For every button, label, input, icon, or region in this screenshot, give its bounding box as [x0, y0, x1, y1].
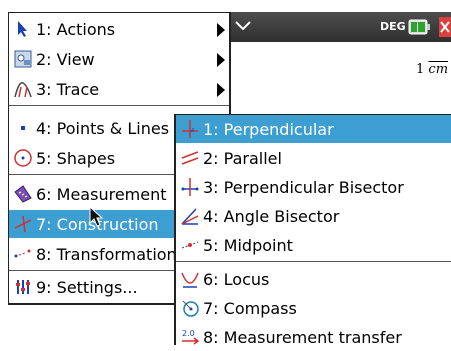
menu-item-label: 2: View: [36, 49, 95, 69]
menu-item-label: 9: Settings...: [36, 277, 138, 297]
trace-icon: [12, 78, 34, 100]
menu-item-label: 4: Points & Lines: [36, 118, 170, 138]
submenu-item-compass[interactable]: 7: Compass: [176, 294, 451, 322]
top-toolbar: DEG: [228, 12, 451, 42]
submenu-arrow-icon: [217, 82, 225, 101]
menu-item-shapes[interactable]: 5: Shapes: [9, 144, 175, 172]
battery-icon: [408, 18, 434, 40]
circle-shape-icon: [12, 147, 34, 169]
submenu-item-label: 6: Locus: [203, 269, 270, 289]
compass-icon: [179, 297, 201, 319]
menu-item-label: 5: Shapes: [36, 148, 116, 168]
submenu-item-label: 5: Midpoint: [203, 235, 293, 255]
mouse-pointer-icon: [88, 205, 104, 232]
submenu-item-label: 4: Angle Bisector: [203, 206, 340, 226]
midpoint-icon: [179, 234, 201, 256]
transformation-icon: [12, 243, 34, 265]
angle-bisector-icon: [179, 205, 201, 227]
ruler-icon: [12, 183, 34, 205]
menu-item-label: 6: Measurement: [36, 184, 167, 204]
point-icon: [12, 117, 34, 139]
menu-separator: [9, 270, 175, 271]
settings-icon: [12, 276, 34, 298]
menu-item-actions[interactable]: 1: Actions: [9, 15, 229, 43]
submenu-item-label: 1: Perpendicular: [203, 119, 334, 139]
arrow-pointer-icon: [12, 18, 34, 40]
locus-icon: [179, 268, 201, 290]
unit-name: cm: [428, 62, 449, 77]
submenu-item-measurement-transfer[interactable]: 2.0 8: Measurement transfer: [176, 323, 451, 351]
menu-item-settings[interactable]: 9: Settings...: [9, 273, 175, 301]
chevron-down-icon[interactable]: [234, 18, 252, 37]
unit-label: 1 cm: [416, 62, 448, 77]
perpendicular-icon: [179, 118, 201, 140]
construction-icon: [12, 213, 34, 235]
submenu-item-label: 7: Compass: [203, 298, 297, 318]
submenu-item-label: 2: Parallel: [203, 148, 282, 168]
menu-item-points-lines[interactable]: 4: Points & Lines: [9, 114, 175, 142]
submenu-item-label: 3: Perpendicular Bisector: [203, 177, 404, 197]
unit-number: 1: [416, 62, 425, 77]
close-icon[interactable]: [439, 17, 451, 41]
perpendicular-bisector-icon: [179, 176, 201, 198]
submenu-separator: [176, 261, 451, 262]
menu-item-view[interactable]: 2: View: [9, 45, 229, 73]
menu-item-transformation[interactable]: 8: Transformation: [9, 240, 175, 268]
menu-separator: [9, 105, 229, 106]
submenu-item-angle-bisector[interactable]: 4: Angle Bisector: [176, 202, 451, 230]
submenu-item-locus[interactable]: 6: Locus: [176, 265, 451, 293]
construction-submenu: 1: Perpendicular 2: Parallel 3: Perpendi…: [174, 114, 451, 347]
menu-item-label: 3: Trace: [36, 79, 100, 99]
submenu-item-perpendicular[interactable]: 1: Perpendicular: [176, 115, 451, 143]
menu-separator: [9, 174, 175, 175]
angle-mode-indicator: DEG: [380, 20, 406, 33]
submenu-arrow-icon: [217, 22, 225, 41]
menu-item-label: 8: Transformation: [36, 244, 175, 264]
measurement-transfer-icon: 2.0: [179, 326, 201, 348]
menu-item-trace[interactable]: 3: Trace: [9, 75, 229, 103]
parallel-icon: [179, 147, 201, 169]
submenu-item-perpendicular-bisector[interactable]: 3: Perpendicular Bisector: [176, 173, 451, 201]
view-icon: [12, 48, 34, 70]
menu-item-label: 1: Actions: [36, 19, 116, 39]
submenu-item-parallel[interactable]: 2: Parallel: [176, 144, 451, 172]
svg-text:2.0: 2.0: [182, 329, 195, 338]
menu-item-measurement[interactable]: 6: Measurement: [9, 180, 175, 208]
submenu-arrow-icon: [217, 52, 225, 71]
submenu-item-midpoint[interactable]: 5: Midpoint: [176, 231, 451, 259]
